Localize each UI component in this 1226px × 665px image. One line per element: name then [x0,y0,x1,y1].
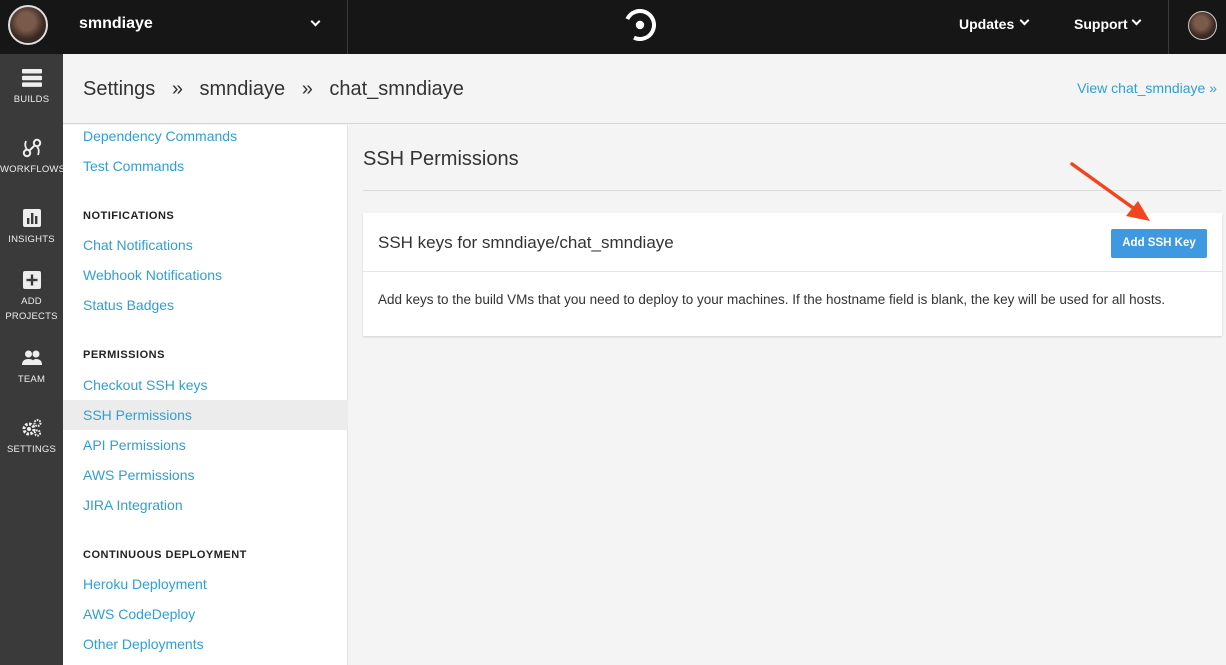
nav-add-label-2: PROJECTS [5,311,58,322]
ssh-keys-card: SSH keys for smndiaye/chat_smndiaye Add … [363,213,1222,336]
support-menu[interactable]: Support [1074,15,1142,32]
user-avatar[interactable] [1188,11,1217,40]
sidebar-item-chat-notifications[interactable]: Chat Notifications [83,237,193,253]
sidebar-item-webhook-notifications[interactable]: Webhook Notifications [83,267,222,283]
page-header: Settings » smndiaye » chat_smndiaye View… [63,54,1226,124]
chevron-down-icon [1131,15,1142,26]
org-avatar [8,5,48,45]
divider [1168,0,1169,54]
support-label: Support [1074,16,1128,32]
nav-team[interactable]: TEAM [0,348,63,387]
nav-settings-label: SETTINGS [6,444,57,455]
add-ssh-key-button[interactable]: Add SSH Key [1111,229,1207,258]
sidebar-item-other-deployments[interactable]: Other Deployments [83,636,204,652]
crumb-settings[interactable]: Settings [83,78,155,100]
view-project-link[interactable]: View chat_smndiaye » [1077,80,1217,96]
crumb-project[interactable]: chat_smndiaye [329,78,464,100]
team-icon [21,350,42,365]
org-name: smndiaye [79,15,153,32]
chevron-down-icon [1019,15,1030,26]
nav-insights[interactable]: INSIGHTS [0,208,63,247]
section-heading-notifications: NOTIFICATIONS [83,210,175,222]
nav-settings[interactable]: SETTINGS [0,418,63,457]
nav-builds-label: BUILDS [13,94,50,105]
nav-workflows-label: WORKFLOWS [0,164,66,175]
sidebar-item-ssh-permissions[interactable]: SSH Permissions [83,407,192,423]
add-projects-icon [22,271,41,289]
sidebar-item-test-commands[interactable]: Test Commands [83,158,184,174]
sidebar-item-aws-permissions[interactable]: AWS Permissions [83,467,195,483]
org-switcher[interactable]: smndiaye [0,0,348,54]
crumb-separator: » [301,78,313,100]
nav-insights-label: INSIGHTS [8,234,55,245]
updates-menu[interactable]: Updates [959,15,1030,32]
insights-icon [22,209,41,227]
nav-add-projects[interactable]: ADD PROJECTS [0,270,63,324]
updates-label: Updates [959,16,1015,32]
nav-builds[interactable]: BUILDS [0,68,63,107]
nav-add-label-1: ADD [21,296,42,307]
sidebar-item-aws-codedeploy[interactable]: AWS CodeDeploy [83,606,195,622]
builds-icon [21,69,42,87]
crumb-separator: » [171,78,183,100]
sidebar-item-api-permissions[interactable]: API Permissions [83,437,186,453]
annotation-arrow-icon [1070,162,1150,221]
left-nav: BUILDS WORKFLOWS INSIGHTS ADD PROJECTS T… [0,54,66,665]
nav-team-label: TEAM [17,374,46,385]
card-description: Add keys to the build VMs that you need … [378,292,1166,307]
section-heading-continuous-deployment: CONTINUOUS DEPLOYMENT [83,549,247,561]
top-bar: smndiaye Updates Support [0,0,1226,54]
crumb-org[interactable]: smndiaye [200,78,286,100]
nav-workflows[interactable]: WORKFLOWS [0,138,66,177]
sidebar-item-heroku-deployment[interactable]: Heroku Deployment [83,576,207,592]
breadcrumb: Settings » smndiaye » chat_smndiaye [83,78,475,101]
sidebar-item-jira-integration[interactable]: JIRA Integration [83,497,183,513]
workflows-icon [22,138,41,158]
card-title: SSH keys for smndiaye/chat_smndiaye [378,233,674,252]
circleci-logo[interactable] [624,9,656,41]
page-title: SSH Permissions [363,148,519,170]
settings-sidebar: Dependency Commands Test Commands NOTIFI… [63,125,348,665]
sidebar-item-status-badges[interactable]: Status Badges [83,297,174,313]
sidebar-item-checkout-ssh-keys[interactable]: Checkout SSH keys [83,377,208,393]
section-heading-permissions: PERMISSIONS [83,349,165,361]
settings-icon [22,419,41,437]
chevron-down-icon [310,16,321,27]
sidebar-item-dependency-commands[interactable]: Dependency Commands [83,128,237,144]
